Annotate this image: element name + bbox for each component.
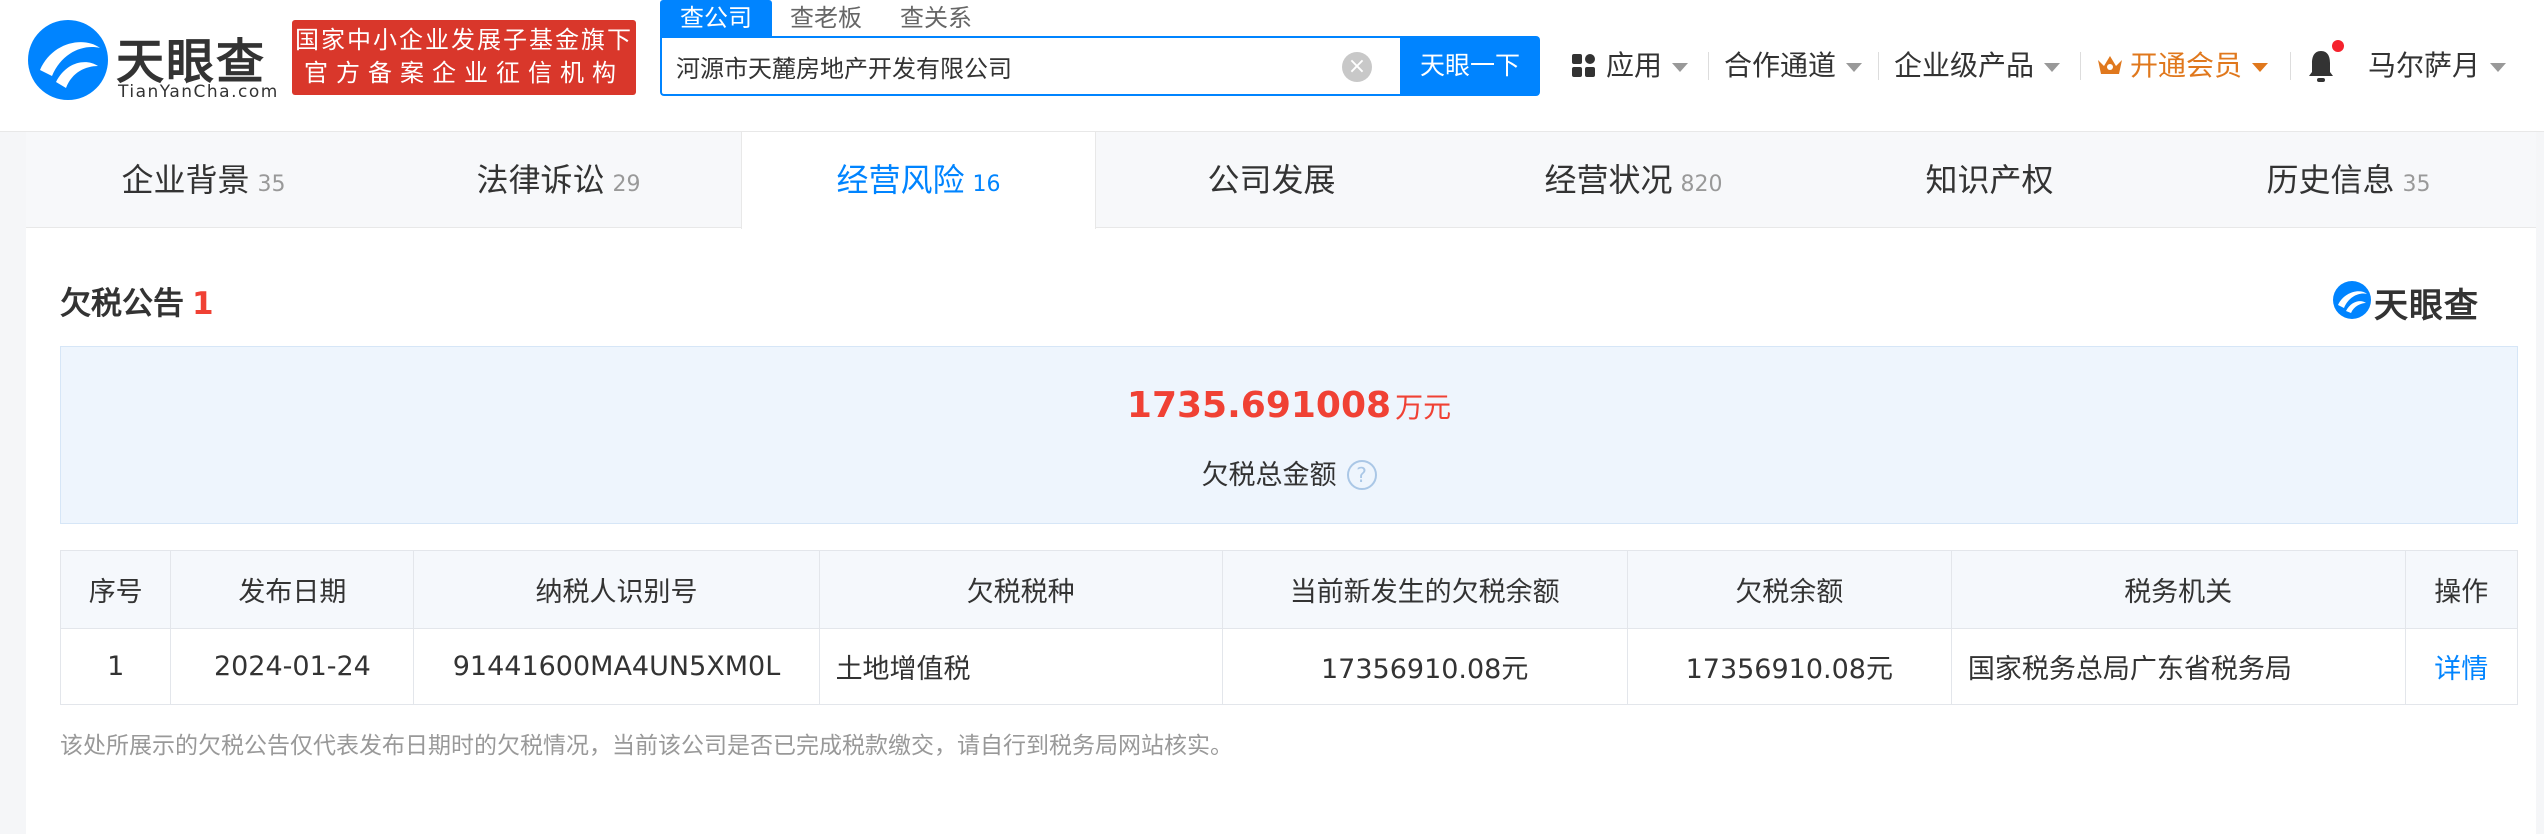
nav-enterprise-label: 企业级产品	[1894, 49, 2035, 82]
table-row: 1 2024-01-24 91441600MA4UN5XM0L 土地增值税 17…	[59, 628, 2519, 705]
search-box: ×	[660, 36, 1400, 96]
cell-new-balance: 17356910.08元	[1221, 628, 1628, 705]
tab-count: 29	[612, 172, 641, 197]
notification-dot	[2332, 40, 2344, 52]
col-header: 操作	[2404, 550, 2519, 629]
nav-user-label: 马尔萨月	[2368, 49, 2481, 82]
total-amount-unit: 万元	[1395, 391, 1452, 424]
tab-history[interactable]: 历史信息 35	[2171, 132, 2526, 228]
total-amount: 1735.691008 万元	[61, 385, 2517, 426]
tab-label: 知识产权	[1925, 161, 2054, 199]
top-header: 天眼查 TianYanCha.com 国家中小企业发展子基金旗下 官方备案企业征…	[0, 0, 2544, 132]
cell-balance: 17356910.08元	[1626, 628, 1952, 705]
col-header: 发布日期	[170, 550, 415, 629]
nav-divider	[2080, 52, 2081, 80]
tab-label: 经营风险	[836, 161, 965, 199]
logo-domain: TianYanCha.com	[118, 82, 279, 102]
bell-icon[interactable]	[2306, 48, 2336, 84]
crown-icon	[2098, 56, 2122, 74]
chevron-down-icon	[2252, 62, 2269, 72]
fund-badge-line1: 国家中小企业发展子基金旗下	[295, 26, 633, 54]
search-tab-boss[interactable]: 查老板	[770, 0, 882, 36]
tab-background[interactable]: 企业背景 35	[26, 132, 381, 228]
site-logo[interactable]: 天眼查 TianYanCha.com	[26, 18, 279, 102]
nav-apps[interactable]: 应用	[1606, 44, 1689, 88]
nav-vip[interactable]: 开通会员	[2130, 44, 2269, 88]
cell-taxpayer-id: 91441600MA4UN5XM0L	[413, 628, 820, 705]
detail-link[interactable]: 详情	[2404, 628, 2519, 705]
tab-count: 35	[2402, 172, 2431, 197]
clear-search-icon[interactable]: ×	[1342, 52, 1372, 82]
nav-divider	[1878, 52, 1879, 80]
total-amount-label-row: 欠税总金额?	[61, 453, 2517, 492]
nav-partners[interactable]: 合作通道	[1724, 44, 1863, 88]
section-count: 1	[192, 286, 214, 322]
cell-tax-authority: 国家税务总局广东省税务局	[1950, 628, 2406, 705]
tianyancha-logo-icon	[2333, 281, 2371, 319]
tab-count: 35	[257, 172, 286, 197]
search-input[interactable]	[676, 38, 1316, 94]
tab-legal[interactable]: 法律诉讼 29	[381, 132, 736, 228]
cell-date: 2024-01-24	[170, 628, 415, 705]
tab-risk[interactable]: 经营风险 16	[741, 132, 1096, 229]
total-amount-value: 1735.691008	[1126, 385, 1392, 426]
content-panel: 企业背景 35 法律诉讼 29 经营风险 16 公司发展 经营状况 820 知识产权 历…	[26, 132, 2536, 834]
apps-grid-icon	[1572, 54, 1596, 78]
col-header: 序号	[59, 550, 172, 629]
tianyancha-watermark: 天眼查	[2332, 278, 2502, 326]
col-header: 欠税税种	[818, 550, 1223, 629]
col-header: 税务机关	[1950, 550, 2406, 629]
nav-divider	[2290, 52, 2291, 80]
chevron-down-icon	[1846, 62, 1863, 72]
nav-vip-label: 开通会员	[2130, 49, 2243, 82]
col-header: 欠税余额	[1626, 550, 1952, 629]
nav-apps-label: 应用	[1606, 49, 1663, 82]
tab-label: 法律诉讼	[476, 161, 605, 199]
tab-count: 820	[1680, 172, 1723, 197]
fund-badge-line2: 官方备案企业征信机构	[304, 59, 624, 87]
nav-divider	[1708, 52, 1709, 80]
disclaimer-note: 该处所展示的欠税公告仅代表发布日期时的欠税情况，当前该公司是否已完成税款缴交，请…	[60, 733, 1233, 759]
chevron-down-icon	[1672, 62, 1689, 72]
tianyancha-logo-icon	[28, 20, 108, 100]
search-tab-company[interactable]: 查公司	[660, 0, 772, 36]
col-header: 纳税人识别号	[413, 550, 820, 629]
chevron-down-icon	[2490, 62, 2507, 72]
nav-partners-label: 合作通道	[1724, 49, 1837, 82]
tab-label: 历史信息	[2266, 161, 2395, 199]
company-tabs: 企业背景 35 法律诉讼 29 经营风险 16 公司发展 经营状况 820 知识产权 历…	[26, 132, 2536, 229]
tab-development[interactable]: 公司发展	[1098, 132, 1453, 228]
nav-user[interactable]: 马尔萨月	[2368, 44, 2507, 88]
table-header-row: 序号 发布日期 纳税人识别号 欠税税种 当前新发生的欠税余额 欠税余额 税务机关…	[59, 550, 2519, 629]
tax-table: 序号 发布日期 纳税人识别号 欠税税种 当前新发生的欠税余额 欠税余额 税务机关…	[59, 550, 2519, 705]
col-header: 当前新发生的欠税余额	[1221, 550, 1628, 629]
search-tab-relation[interactable]: 查关系	[880, 0, 992, 36]
tab-operations[interactable]: 经营状况 820	[1456, 132, 1811, 228]
chevron-down-icon	[2044, 62, 2061, 72]
cell-tax-type: 土地增值税	[818, 628, 1223, 705]
tab-label: 经营状况	[1544, 161, 1673, 199]
watermark-name: 天眼查	[2374, 286, 2479, 326]
cell-index: 1	[59, 628, 172, 705]
help-icon[interactable]: ?	[1346, 460, 1377, 490]
nav-enterprise[interactable]: 企业级产品	[1894, 44, 2061, 88]
search-button[interactable]: 天眼一下	[1400, 36, 1540, 96]
fund-badge: 国家中小企业发展子基金旗下 官方备案企业征信机构	[292, 20, 636, 95]
total-amount-label: 欠税总金额	[1201, 460, 1337, 491]
tax-summary-card: 1735.691008 万元 欠税总金额?	[60, 346, 2518, 524]
tab-ip[interactable]: 知识产权	[1816, 132, 2171, 228]
section-title: 欠税公告 1	[60, 278, 214, 323]
section-title-text: 欠税公告	[60, 286, 184, 322]
tab-label: 企业背景	[121, 161, 250, 199]
tab-label: 公司发展	[1207, 161, 1336, 199]
tab-count: 16	[972, 172, 1001, 197]
